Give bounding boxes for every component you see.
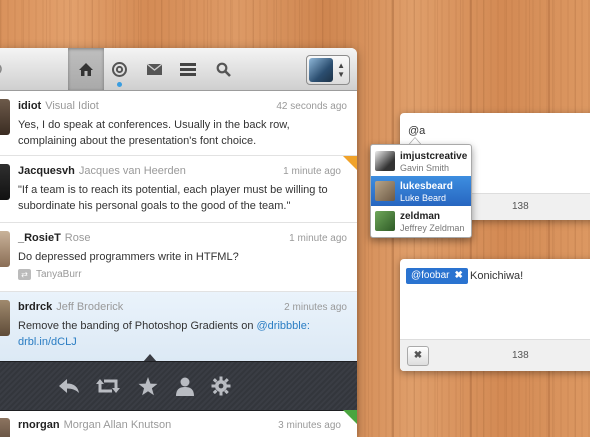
avatar[interactable]: [0, 99, 10, 135]
favorite-corner-badge: [343, 156, 357, 170]
avatar: [375, 211, 395, 231]
token-label: @foobar: [411, 270, 450, 281]
envelope-icon: [146, 62, 162, 75]
url-link[interactable]: drbl.in/dCLJ: [18, 336, 77, 348]
compose-panel: @foobar ✖ Konichiwa! ✖ 138: [400, 259, 590, 371]
tweet-username[interactable]: rnorgan Morgan Allan Knutson: [18, 419, 171, 431]
avatar[interactable]: [0, 231, 10, 267]
tweet-time: 2 minutes ago: [284, 302, 347, 313]
mention-autocomplete: imjustcreative Gavin Smith lukesbeard Lu…: [370, 144, 472, 238]
mentions-tab[interactable]: [101, 48, 137, 90]
tweet-realname: Jacques van Heerden: [78, 165, 186, 177]
mention-link[interactable]: @dribbble: [257, 320, 307, 332]
suggestion-item-highlighted[interactable]: lukesbeard Luke Beard: [371, 176, 471, 206]
reply-icon[interactable]: [56, 374, 82, 398]
account-switcher[interactable]: ▲ ▼: [306, 55, 350, 85]
profile-icon[interactable]: [172, 374, 198, 398]
avatar: [375, 181, 395, 201]
updown-arrow-icon: ▲ ▼: [337, 61, 345, 79]
suggestion-name: Jeffrey Zeldman: [400, 223, 465, 233]
tweet-username[interactable]: idiot Visual Idiot: [18, 100, 99, 112]
avatar[interactable]: [0, 164, 10, 200]
suggestion-item[interactable]: zeldman Jeffrey Zeldman: [371, 206, 471, 236]
tweet-row[interactable]: idiot Visual Idiot 42 seconds ago Yes, I …: [0, 91, 357, 156]
avatar[interactable]: [0, 300, 10, 336]
tweet-username[interactable]: brdrck Jeff Broderick: [18, 301, 123, 313]
home-tab[interactable]: [68, 48, 104, 90]
suggestion-name: Luke Beard: [400, 193, 447, 203]
lists-tab[interactable]: [170, 48, 206, 90]
cancel-button[interactable]: ✖: [407, 346, 429, 366]
tweet-username[interactable]: Jacquesvh Jacques van Heerden: [18, 165, 186, 177]
tweet-realname: Morgan Allan Knutson: [63, 419, 172, 431]
search-tab[interactable]: [205, 48, 241, 90]
favorite-icon[interactable]: [135, 374, 161, 398]
tweet-time: 1 minute ago: [289, 233, 347, 244]
favorite-corner-badge: [343, 410, 357, 424]
tweet-realname: Rose: [64, 232, 91, 244]
unread-dot: [117, 82, 122, 87]
home-icon: [79, 62, 93, 76]
tweet-text: Do depressed programmers write in HTFML?: [18, 251, 239, 263]
compose-footer: ✖ 138: [400, 339, 590, 371]
retweet-icon[interactable]: [95, 374, 121, 398]
tweet-action-bar: [0, 361, 357, 411]
tweet-realname: Jeff Broderick: [56, 301, 124, 313]
tweet-row[interactable]: rnorgan Morgan Allan Knutson 3 minutes ag…: [0, 410, 357, 437]
retweeter-name[interactable]: TanyaBurr: [36, 269, 82, 280]
avatar: [309, 58, 333, 82]
tweet-text: Remove the banding of Photoshop Gradient…: [18, 320, 310, 348]
search-icon: [216, 62, 231, 77]
retweet-icon: ⇄: [18, 269, 31, 280]
tweet-text: "If a team is to reach its potential, ea…: [18, 184, 328, 212]
messages-tab[interactable]: [136, 48, 172, 90]
at-icon: [111, 61, 127, 77]
tweet-time: 42 seconds ago: [276, 101, 347, 112]
suggestion-username: zeldman: [400, 211, 441, 222]
char-count: 138: [512, 350, 529, 361]
tweet-row[interactable]: _RosieT Rose 1 minute ago Do depressed pr…: [0, 223, 357, 292]
gear-icon[interactable]: [208, 374, 234, 398]
tweet-username[interactable]: _RosieT Rose: [18, 232, 90, 244]
timeline-window: ▲ ▼ idiot Visual Idiot 42 seconds ago Yes,…: [0, 48, 357, 437]
retweeted-by: ⇄ TanyaBurr: [18, 269, 82, 280]
tweet-time: 1 minute ago: [283, 166, 341, 177]
suggestion-username: imjustcreative: [400, 151, 468, 162]
list-icon: [180, 62, 196, 76]
compose-input[interactable]: Konichiwa!: [470, 270, 523, 282]
back-icon[interactable]: [0, 48, 14, 90]
remove-token-icon[interactable]: ✖: [455, 268, 463, 284]
toolbar: ▲ ▼: [0, 48, 357, 91]
tweet-realname: Visual Idiot: [45, 100, 99, 112]
compose-input[interactable]: @a: [408, 125, 425, 137]
tweet-time: 3 minutes ago: [278, 420, 341, 431]
char-count: 138: [512, 201, 529, 212]
suggestion-username: lukesbeard: [400, 181, 453, 192]
avatar[interactable]: [0, 418, 10, 437]
tweet-row[interactable]: Jacquesvh Jacques van Heerden 1 minute ag…: [0, 156, 357, 223]
suggestion-item[interactable]: imjustcreative Gavin Smith: [371, 146, 471, 176]
tweet-row-selected[interactable]: brdrck Jeff Broderick 2 minutes ago Remov…: [0, 292, 357, 362]
suggestion-name: Gavin Smith: [400, 163, 450, 173]
avatar: [375, 151, 395, 171]
recipient-token[interactable]: @foobar ✖: [406, 268, 468, 284]
tweet-text: Yes, I do speak at conferences. Usually …: [18, 119, 290, 147]
